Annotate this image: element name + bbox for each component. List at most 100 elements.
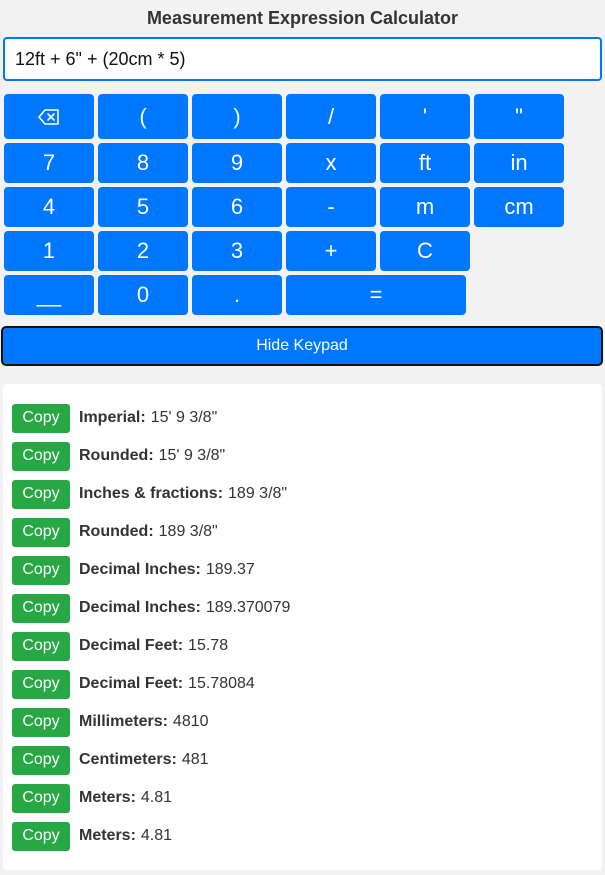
result-label: Meters: [79, 827, 136, 844]
key-label: 6 [230, 194, 244, 219]
result-label: Imperial: [79, 409, 146, 426]
result-value: 4.81 [140, 827, 173, 844]
in-unit-key[interactable]: in [474, 143, 564, 183]
result-value: 189.37 [205, 561, 255, 578]
digit-2-key[interactable]: 2 [98, 231, 188, 271]
inch-symbol-key[interactable]: " [474, 94, 564, 139]
key-label: 2 [136, 238, 150, 263]
digit-9-key[interactable]: 9 [192, 143, 282, 183]
m-unit-key[interactable]: m [380, 187, 470, 227]
key-label: 9 [230, 150, 244, 175]
key-label: + [324, 238, 338, 263]
result-row: Copy Meters: 4.81 [12, 821, 172, 851]
copy-button[interactable]: Copy [12, 745, 70, 775]
digit-4-key[interactable]: 4 [4, 187, 94, 227]
key-label: ( [139, 103, 147, 129]
space-key[interactable]: __ [4, 275, 94, 315]
key-label: 0 [136, 282, 150, 307]
result-row: Copy Meters: 4.81 [12, 783, 172, 813]
backspace-icon [38, 108, 60, 125]
minus-key[interactable]: - [286, 187, 376, 227]
key-label: C [417, 238, 433, 263]
key-label: 8 [136, 150, 150, 175]
keypad: () / ' " 7 8 9 x ft in 4 5 6 - m cm 1 2 3 + C __ 0. = [4, 94, 566, 316]
result-label: Decimal Inches: [79, 561, 201, 578]
equals-key[interactable]: = [286, 275, 466, 315]
result-value: 189 3/8" [228, 485, 288, 502]
result-row: Copy Inches & fractions: 189 3/8" [12, 479, 287, 509]
result-value: 4810 [172, 713, 209, 730]
result-value: 4.81 [140, 789, 173, 806]
result-row: Copy Rounded: 15' 9 3/8" [12, 441, 225, 471]
result-row: Copy Rounded: 189 3/8" [12, 517, 218, 547]
digit-8-key[interactable]: 8 [98, 143, 188, 183]
key-label: m [415, 194, 435, 219]
key-label: - [327, 194, 335, 219]
backspace-key[interactable] [4, 94, 94, 139]
digit-6-key[interactable]: 6 [192, 187, 282, 227]
copy-button[interactable]: Copy [12, 593, 70, 623]
result-row: Copy Decimal Inches: 189.370079 [12, 593, 290, 623]
copy-button[interactable]: Copy [12, 479, 70, 509]
key-label: ft [418, 150, 432, 175]
digit-3-key[interactable]: 3 [192, 231, 282, 271]
key-label: = [369, 282, 383, 307]
open-paren-key[interactable]: ( [98, 94, 188, 139]
result-label: Decimal Inches: [79, 599, 201, 616]
key-label: ' [422, 103, 428, 129]
copy-button[interactable]: Copy [12, 631, 70, 661]
key-label: 4 [42, 194, 56, 219]
digit-7-key[interactable]: 7 [4, 143, 94, 183]
close-paren-key[interactable]: ) [192, 94, 282, 139]
copy-button[interactable]: Copy [12, 783, 70, 813]
result-value: 189 3/8" [158, 523, 218, 540]
ft-unit-key[interactable]: ft [380, 143, 470, 183]
result-label: Millimeters: [79, 713, 168, 730]
digit-5-key[interactable]: 5 [98, 187, 188, 227]
copy-button[interactable]: Copy [12, 517, 70, 547]
result-value: 481 [181, 751, 209, 768]
key-label: in [510, 150, 528, 175]
digit-1-key[interactable]: 1 [4, 231, 94, 271]
result-label: Decimal Feet: [79, 637, 184, 654]
key-label: 1 [42, 238, 56, 263]
result-row: Copy Decimal Inches: 189.37 [12, 555, 255, 585]
result-value: 15' 9 3/8" [158, 447, 226, 464]
result-value: 15.78 [188, 637, 229, 654]
divide-key[interactable]: / [286, 94, 376, 139]
key-label: 3 [230, 238, 244, 263]
result-row: Copy Decimal Feet: 15.78084 [12, 669, 255, 699]
copy-button[interactable]: Copy [12, 403, 70, 433]
result-value: 15' 9 3/8" [150, 409, 218, 426]
key-label: cm [504, 194, 534, 219]
cm-unit-key[interactable]: cm [474, 187, 564, 227]
feet-symbol-key[interactable]: ' [380, 94, 470, 139]
copy-button[interactable]: Copy [12, 821, 70, 851]
result-label: Rounded: [79, 447, 154, 464]
result-value: 15.78084 [188, 675, 255, 692]
copy-button[interactable]: Copy [12, 555, 70, 585]
plus-key[interactable]: + [286, 231, 376, 271]
key-label: ) [233, 103, 241, 129]
result-row: Copy Imperial: 15' 9 3/8" [12, 403, 217, 433]
result-value: 189.370079 [205, 599, 291, 616]
multiply-key[interactable]: x [286, 143, 376, 183]
result-label: Rounded: [79, 523, 154, 540]
expression-input[interactable] [3, 37, 602, 81]
copy-button[interactable]: Copy [12, 441, 70, 471]
page-title: Measurement Expression Calculator [146, 8, 459, 28]
result-label: Centimeters: [79, 751, 177, 768]
clear-key[interactable]: C [380, 231, 470, 271]
result-row: Copy Millimeters: 4810 [12, 707, 209, 737]
result-label: Inches & fractions: [79, 485, 224, 502]
copy-button[interactable]: Copy [12, 707, 70, 737]
result-row: Copy Decimal Feet: 15.78 [12, 631, 228, 661]
decimal-point-key[interactable]: . [192, 275, 282, 315]
digit-0-key[interactable]: 0 [98, 275, 188, 315]
key-label: " [515, 103, 523, 129]
hide-keypad-button[interactable]: Hide Keypad [1, 326, 603, 366]
copy-button[interactable]: Copy [12, 669, 70, 699]
key-label: x [325, 150, 337, 175]
result-label: Decimal Feet: [79, 675, 184, 692]
key-label: 7 [42, 150, 56, 175]
